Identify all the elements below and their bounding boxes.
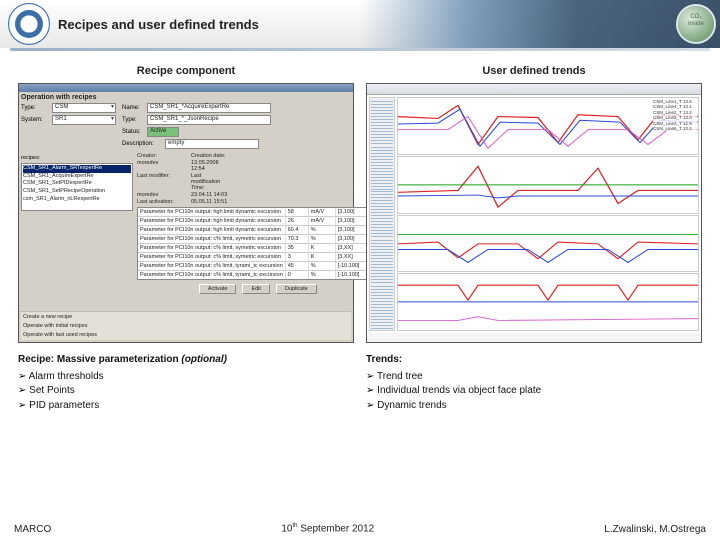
table-row: Parameter for PCI10n output: hgh limit d… xyxy=(138,208,378,217)
header-divider xyxy=(10,48,710,51)
recipe-panel: Operation with recipes Type: CSM System:… xyxy=(18,83,354,343)
slide-title: Recipes and user defined trends xyxy=(58,17,259,32)
left-notes-title: Recipe: Massive parameterization xyxy=(18,354,179,365)
header-graphic xyxy=(360,0,720,48)
left-notes-optional: (optional) xyxy=(181,354,227,365)
lastact-label: Last activation: xyxy=(137,199,185,205)
creator-label: Creator: xyxy=(137,153,185,159)
left-heading: Recipe component xyxy=(18,65,354,77)
lastact-value: 05.05.11 15:51 xyxy=(191,199,231,205)
edit-button[interactable]: Edit xyxy=(242,284,269,294)
bullet: Trend tree xyxy=(366,370,702,385)
right-column: User defined trends CSM_Line1_T 13.6 CSM… xyxy=(366,65,702,343)
trend-tree[interactable] xyxy=(369,97,395,331)
desc-field[interactable]: empty xyxy=(165,139,259,149)
list-item[interactable]: CSM_SR1_AcquireExpertRe xyxy=(23,173,131,181)
lastmod-time-label: Last modification Time: xyxy=(191,173,231,191)
trend-chart-4 xyxy=(397,273,699,331)
list-item[interactable]: CSM_SR1_SetPRecipeOperation xyxy=(23,188,131,196)
footer-right: L.Zwalinski, M.Ostrega xyxy=(604,524,706,535)
chart-1-legend: CSM_Line1_T 13.6 CSM_Line4_T 13.1CSM_Lin… xyxy=(653,99,697,131)
system-label: System: xyxy=(21,117,49,123)
list-item[interactable]: CSM_SR1_Alarm_SRTexpertRe xyxy=(23,165,131,173)
activate-button[interactable]: Activate xyxy=(199,284,237,294)
notes-row: Recipe: Massive parameterization (option… xyxy=(0,343,720,413)
list-item[interactable]: CSM_SR1_SetPIDexpertRe xyxy=(23,180,131,188)
recipes-listbox[interactable]: CSM_SR1_Alarm_SRTexpertRe CSM_SR1_Acquir… xyxy=(21,163,133,211)
trend-chart-3 xyxy=(397,215,699,273)
bullet: Dynamic trends xyxy=(366,399,702,414)
trends-toolbar xyxy=(367,84,701,95)
table-row: Parameter for PCI10n output: c% limit, s… xyxy=(138,235,378,244)
table-row: Parameter for PCI10n output: c% limit, t… xyxy=(138,262,378,271)
slide-footer: MARCO 10th September 2012 L.Zwalinski, M… xyxy=(0,518,720,540)
bullet: Individual trends via object face plate xyxy=(366,384,702,399)
left-column: Recipe component Operation with recipes … xyxy=(18,65,354,343)
table-row: Parameter for PCI10n output: c% limit, t… xyxy=(138,271,378,279)
table-row: Parameter for PCI10n output: hgh limit d… xyxy=(138,217,378,226)
table-row: Parameter for PCI10n output: c% limit, s… xyxy=(138,253,378,262)
recipes-label: recipes: xyxy=(21,155,133,161)
recipe-panel-footer: Create a new recipe Operate with initial… xyxy=(21,311,351,340)
right-notes: Trends: Trend tree Individual trends via… xyxy=(366,353,702,413)
panels-row: Recipe component Operation with recipes … xyxy=(0,59,720,343)
lastmod-time-value: 23.04.11 14:03 xyxy=(191,192,231,198)
cern-logo xyxy=(8,3,50,45)
table-row: Parameter for PCI10n output: c% limit, s… xyxy=(138,244,378,253)
status-field: Active xyxy=(147,127,179,137)
creation-date-label: Creation date: xyxy=(191,153,231,159)
table-row: Parameter for PCI10n output: hgh limit d… xyxy=(138,226,378,235)
desc-label: Description: xyxy=(122,141,162,147)
right-notes-title: Trends: xyxy=(366,354,402,365)
left-notes: Recipe: Massive parameterization (option… xyxy=(18,353,354,413)
type-label: Type: xyxy=(21,105,49,111)
system-dropdown[interactable]: SR1 xyxy=(52,115,116,125)
bullet: Alarm thresholds xyxy=(18,370,354,385)
type-dropdown[interactable]: CSM xyxy=(52,103,116,113)
name-field[interactable]: CSM_SR1_*AcquireExpertRe xyxy=(147,103,271,113)
footer-center: 10th September 2012 xyxy=(281,523,374,534)
trend-chart-1: CSM_Line1_T 13.6 CSM_Line4_T 13.1CSM_Lin… xyxy=(397,97,699,155)
rtype-label: Type: xyxy=(122,117,144,123)
status-label: Status: xyxy=(122,129,144,135)
slide-header: Recipes and user defined trends xyxy=(0,0,720,48)
lastmod-label: Last modifier: xyxy=(137,173,185,191)
operate-last-link[interactable]: Operate with last used recipes xyxy=(23,332,349,338)
operate-initial-link[interactable]: Operate with initial recipes xyxy=(23,323,349,329)
creator-value: moredev xyxy=(137,160,185,172)
duplicate-button[interactable]: Duplicate xyxy=(276,284,317,294)
creation-date-value: 13.05.2008 12:54 xyxy=(191,160,231,172)
params-table: Parameter for PCI10n output: hgh limit d… xyxy=(137,207,379,280)
lastmod-value: moredev xyxy=(137,192,185,198)
recipe-panel-title: Operation with recipes xyxy=(21,94,351,101)
bullet: Set Points xyxy=(18,384,354,399)
footer-left: MARCO xyxy=(14,524,51,535)
bullet: PID parameters xyxy=(18,399,354,414)
create-new-recipe-link[interactable]: Create a new recipe xyxy=(23,314,349,320)
list-item[interactable]: csm_SR1_Alarm_nLRexpertRe xyxy=(23,196,131,204)
recipe-panel-titlebar xyxy=(19,84,353,92)
name-label: Name: xyxy=(122,105,144,111)
trends-panel: CSM_Line1_T 13.6 CSM_Line4_T 13.1CSM_Lin… xyxy=(366,83,702,343)
trend-chart-2 xyxy=(397,156,699,214)
right-heading: User defined trends xyxy=(366,65,702,77)
rtype-field[interactable]: CSM_SR1_*_JsonRecipe xyxy=(147,115,271,125)
